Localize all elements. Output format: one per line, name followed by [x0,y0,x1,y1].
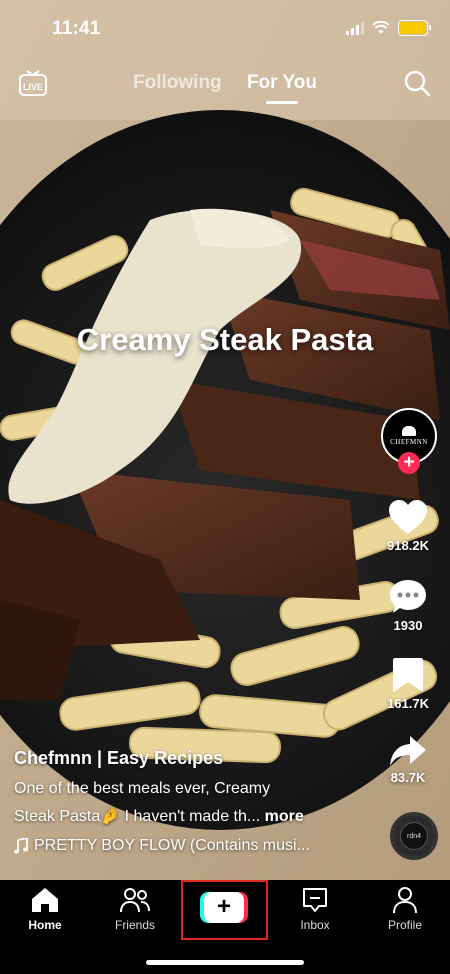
share-count: 83.7K [390,770,426,785]
music-row[interactable]: PRETTY BOY FLOW (Contains musi... [14,837,354,855]
description-line-1: One of the best meals ever, Creamy [14,780,271,797]
create-plus-icon: + [200,892,248,923]
friends-icon [120,888,150,913]
more-link[interactable]: more [265,808,304,825]
status-bar: 11:41 [0,0,450,52]
signal-icon [346,21,364,35]
creator-avatar-group[interactable]: CHEFMNN + [381,408,437,476]
action-rail: CHEFMNN + 918.2K 1930 161.7K 83.7K [374,408,444,808]
bookmark-icon [393,658,423,692]
comment-icon [390,580,426,613]
tab-for-you-label: For You [246,72,317,93]
save-count: 161.7K [387,696,429,711]
feed-tabs: Following For You [0,72,450,104]
video-caption: Chefmnn | Easy Recipes One of the best m… [14,748,354,855]
status-icons [346,20,431,36]
share-icon [390,736,426,766]
tiktok-feed-screen: 11:41 LIVE Following For You Creamy Stea… [0,0,450,974]
comment-count: 1930 [393,618,423,633]
description-line-2: Steak Pasta🤌 I haven't made th... [14,808,261,825]
heart-icon [389,500,427,534]
chef-hat-icon [402,426,416,436]
home-indicator [146,960,304,965]
music-note-icon [14,838,28,854]
music-disc[interactable]: rdn4 [390,812,438,860]
nav-home[interactable]: Home [5,886,85,932]
like-button[interactable]: 918.2K [376,500,440,553]
disc-avatar: rdn4 [400,822,428,850]
like-count: 918.2K [387,538,429,553]
nav-friends[interactable]: Friends [95,886,175,932]
nav-profile-label: Profile [387,918,422,932]
nav-friends-label: Friends [114,918,155,932]
status-time: 11:41 [52,18,101,39]
search-icon[interactable] [402,68,432,98]
active-tab-indicator [265,101,298,104]
create-button[interactable]: + [181,880,268,940]
nav-inbox[interactable]: Inbox [275,886,355,932]
wifi-icon [372,21,390,34]
home-icon [32,888,58,912]
tab-following[interactable]: Following [133,72,222,94]
tab-for-you[interactable]: For You [246,72,317,104]
nav-profile[interactable]: Profile [365,886,445,932]
top-nav: LIVE Following For You [0,66,450,106]
profile-icon [393,887,417,914]
nav-home-label: Home [28,918,62,932]
avatar-text: CHEFMNN [390,438,428,446]
video-description[interactable]: One of the best meals ever, Creamy Steak… [14,775,354,831]
music-title: PRETTY BOY FLOW (Contains musi... [34,837,310,854]
comment-button[interactable]: 1930 [376,578,440,633]
inbox-icon [303,888,327,912]
video-overlay-title: Creamy Steak Pasta [76,322,374,357]
save-button[interactable]: 161.7K [376,656,440,711]
nav-inbox-label: Inbox [300,918,330,932]
follow-button[interactable]: + [398,452,420,474]
share-button[interactable]: 83.7K [376,734,440,785]
creator-username[interactable]: Chefmnn | Easy Recipes [14,748,354,769]
battery-icon [398,20,431,36]
